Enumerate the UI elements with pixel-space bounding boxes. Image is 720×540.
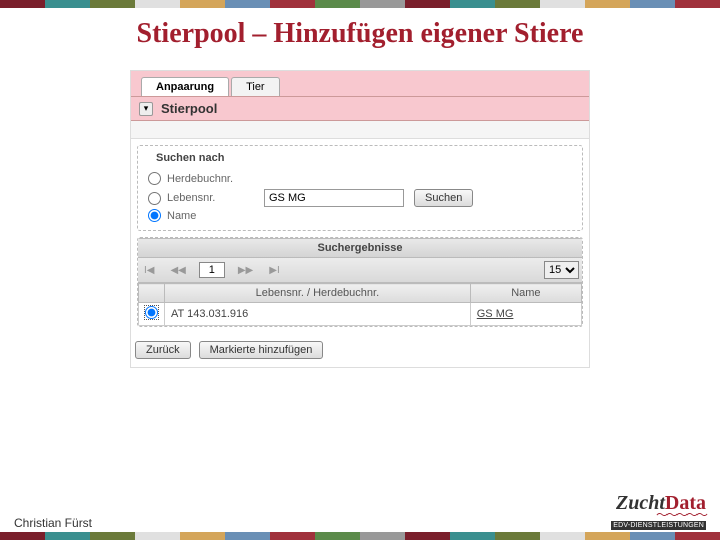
results-fieldset: Suchergebnisse I◀ ◀◀ ▶▶ ▶I 15 Lebensnr. … [137,237,583,327]
tab-anpaarung[interactable]: Anpaarung [141,77,229,96]
cell-lebensnr: AT 143.031.916 [165,303,471,326]
radio-label-herdebuchnr: Herdebuchnr. [167,173,233,185]
tab-bar: Anpaarung Tier [131,71,589,97]
pager: I◀ ◀◀ ▶▶ ▶I 15 [138,258,582,283]
radio-lebensnr[interactable] [148,192,161,205]
action-row: Zurück Markierte hinzufügen [131,333,589,367]
search-legend: Suchen nach [152,152,228,164]
section-header: ▾ Stierpool [131,97,589,121]
author-label: Christian Fürst [14,516,92,530]
col-lebensnr[interactable]: Lebensnr. / Herdebuchnr. [165,284,471,303]
chevron-down-icon[interactable]: ▾ [139,102,153,116]
pager-prev-icon[interactable]: ◀◀ [167,265,188,276]
search-fieldset: Suchen nach Herdebuchnr. Lebensnr. Suche… [137,145,583,231]
table-header-row: Lebensnr. / Herdebuchnr. Name [139,284,582,303]
results-table: Lebensnr. / Herdebuchnr. Name AT 143.031… [138,283,582,326]
tab-tier[interactable]: Tier [231,77,280,96]
page-title: Stierpool – Hinzufügen eigener Stiere [0,18,720,50]
pager-last-icon[interactable]: ▶I [266,265,282,276]
pager-next-icon[interactable]: ▶▶ [235,265,256,276]
radio-herdebuchnr[interactable] [148,172,161,185]
section-title: Stierpool [161,101,217,116]
search-input[interactable] [264,189,404,207]
radio-name[interactable] [148,209,161,222]
pager-pagesize-select[interactable]: 15 [544,261,579,279]
table-row: AT 143.031.916 GS MG [139,303,582,326]
radio-label-lebensnr: Lebensnr. [167,192,215,204]
pager-first-icon[interactable]: I◀ [141,265,157,276]
logo-tagline: EDV-DIENSTLEISTUNGEN [611,521,706,530]
search-button[interactable]: Suchen [414,189,473,207]
logo: ZuchtData 〜〜〜〜〜 EDV-DIENSTLEISTUNGEN [611,493,706,530]
bottom-color-strip [0,532,720,540]
pager-page-input[interactable] [199,262,225,278]
top-color-strip [0,0,720,8]
toolbar-spacer [131,121,589,139]
logo-wave-icon: 〜〜〜〜〜 [656,509,706,521]
footer: Christian Fürst ZuchtData 〜〜〜〜〜 EDV-DIEN… [0,493,720,540]
row-select-radio[interactable] [145,306,158,319]
app-panel: Anpaarung Tier ▾ Stierpool Suchen nach H… [130,70,590,368]
radio-label-name: Name [167,210,196,222]
back-button[interactable]: Zurück [135,341,191,359]
results-header: Suchergebnisse [138,238,582,258]
add-selected-button[interactable]: Markierte hinzufügen [199,341,324,359]
cell-name: GS MG [470,303,581,326]
col-name[interactable]: Name [470,284,581,303]
